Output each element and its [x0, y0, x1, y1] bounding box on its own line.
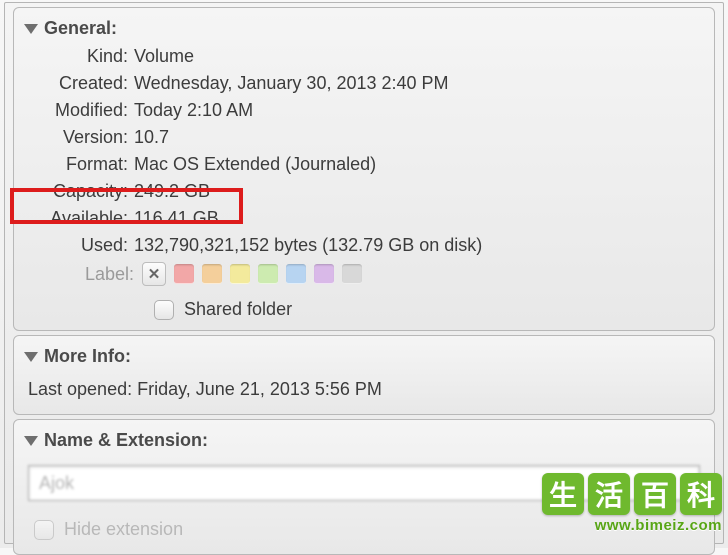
label-swatches	[174, 264, 362, 284]
hide-extension-label: Hide extension	[64, 519, 183, 540]
label-row: Label: ✕	[24, 259, 704, 289]
version-value: 10.7	[134, 127, 704, 148]
disclosure-down-icon[interactable]	[24, 436, 38, 446]
hide-extension-row: Hide extension	[24, 509, 704, 544]
label-swatch-orange[interactable]	[202, 264, 222, 284]
general-title: General:	[44, 18, 117, 39]
kind-row: Kind: Volume	[24, 43, 704, 70]
general-section: General: Kind: Volume Created: Wednesday…	[13, 7, 715, 331]
name-extension-section: Name & Extension: Ajok Hide extension	[13, 419, 715, 555]
label-label: Label:	[24, 264, 134, 285]
capacity-value: 249.2 GB	[134, 181, 704, 202]
created-value: Wednesday, January 30, 2013 2:40 PM	[134, 73, 704, 94]
more-info-section: More Info: Last opened: Friday, June 21,…	[13, 335, 715, 415]
label-swatch-purple[interactable]	[314, 264, 334, 284]
modified-row: Modified: Today 2:10 AM	[24, 97, 704, 124]
modified-value: Today 2:10 AM	[134, 100, 704, 121]
capacity-row: Capacity: 249.2 GB	[24, 178, 704, 205]
name-input-value: Ajok	[39, 473, 74, 494]
used-row: Used: 132,790,321,152 bytes (132.79 GB o…	[24, 232, 704, 259]
label-swatch-red[interactable]	[174, 264, 194, 284]
created-label: Created:	[24, 73, 134, 94]
version-label: Version:	[24, 127, 134, 148]
label-swatch-green[interactable]	[258, 264, 278, 284]
used-label: Used:	[24, 235, 134, 256]
shared-folder-label: Shared folder	[184, 299, 292, 320]
hide-extension-checkbox[interactable]	[34, 520, 54, 540]
label-swatch-gray[interactable]	[342, 264, 362, 284]
name-extension-title: Name & Extension:	[44, 430, 208, 451]
available-label: Available:	[24, 208, 134, 229]
last-opened-row: Last opened: Friday, June 21, 2013 5:56 …	[24, 371, 704, 408]
label-clear-button[interactable]: ✕	[142, 262, 166, 286]
capacity-label: Capacity:	[24, 181, 134, 202]
shared-folder-row: Shared folder	[24, 289, 704, 324]
last-opened-value: Friday, June 21, 2013 5:56 PM	[137, 379, 382, 399]
created-row: Created: Wednesday, January 30, 2013 2:4…	[24, 70, 704, 97]
disclosure-down-icon[interactable]	[24, 352, 38, 362]
version-row: Version: 10.7	[24, 124, 704, 151]
last-opened-label: Last opened:	[28, 379, 132, 399]
label-swatch-blue[interactable]	[286, 264, 306, 284]
format-value: Mac OS Extended (Journaled)	[134, 154, 704, 175]
modified-label: Modified:	[24, 100, 134, 121]
available-row: Available: 116.41 GB	[24, 205, 704, 232]
general-header[interactable]: General:	[24, 14, 704, 43]
name-extension-header[interactable]: Name & Extension:	[24, 426, 704, 455]
used-value: 132,790,321,152 bytes (132.79 GB on disk…	[134, 235, 704, 256]
more-info-title: More Info:	[44, 346, 131, 367]
format-label: Format:	[24, 154, 134, 175]
kind-value: Volume	[134, 46, 704, 67]
more-info-header[interactable]: More Info:	[24, 342, 704, 371]
kind-label: Kind:	[24, 46, 134, 67]
shared-folder-checkbox[interactable]	[154, 300, 174, 320]
available-value: 116.41 GB	[134, 208, 704, 229]
label-swatch-yellow[interactable]	[230, 264, 250, 284]
name-input[interactable]: Ajok	[28, 465, 700, 501]
disclosure-down-icon[interactable]	[24, 24, 38, 34]
format-row: Format: Mac OS Extended (Journaled)	[24, 151, 704, 178]
